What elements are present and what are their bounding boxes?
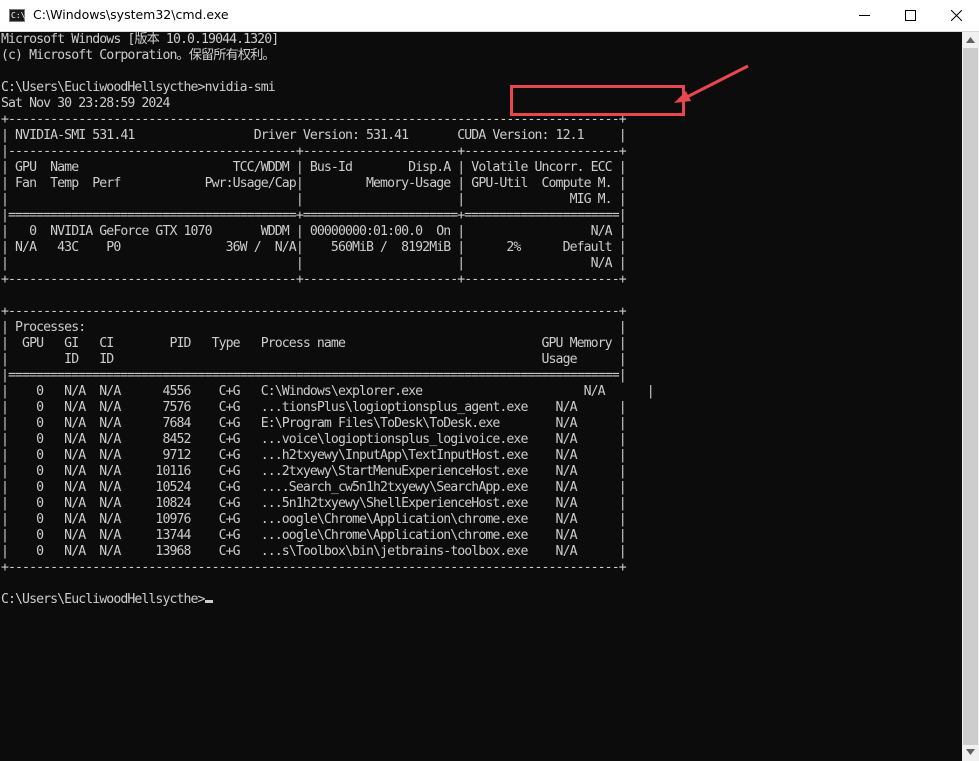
console-line: +---------------------------------------… xyxy=(1,272,627,287)
console-line: | 0 N/A N/A 8452 C+G ...voice\logioption… xyxy=(1,432,627,447)
console-line: Sat Nov 30 23:28:59 2024 xyxy=(1,96,170,111)
console-line: | 0 N/A N/A 7576 C+G ...tionsPlus\logiop… xyxy=(1,400,627,415)
cuda-version-highlight-box xyxy=(510,85,685,116)
close-icon xyxy=(950,10,962,21)
console-line: | 0 N/A N/A 4556 C+G C:\Windows\explorer… xyxy=(1,384,655,399)
console-line: | 0 N/A N/A 10824 C+G ...5n1h2txyewy\She… xyxy=(1,496,627,511)
console-line: |=======================================… xyxy=(1,208,627,223)
console-line: | GPU GI CI PID Type Process name GPU Me… xyxy=(1,336,627,351)
console-line: +---------------------------------------… xyxy=(1,304,627,319)
console-line: | | | N/A | xyxy=(1,256,627,271)
console-line: |=======================================… xyxy=(1,368,627,383)
minimize-icon xyxy=(858,15,870,16)
console-line: (c) Microsoft Corporation。保留所有权利。 xyxy=(1,48,276,63)
cmd-icon[interactable]: C:\ xyxy=(9,9,25,22)
console-line: |---------------------------------------… xyxy=(1,144,627,159)
console-line: | 0 N/A N/A 9712 C+G ...h2txyewy\InputAp… xyxy=(1,448,627,463)
scroll-up-arrow-icon[interactable] xyxy=(966,37,975,43)
console-line: | 0 N/A N/A 10116 C+G ...2txyewy\StartMe… xyxy=(1,464,627,479)
console-line: | | | MIG M. | xyxy=(1,192,627,207)
console-line: | 0 N/A N/A 13744 C+G ...oogle\Chrome\Ap… xyxy=(1,528,627,543)
console-line: | 0 N/A N/A 7684 C+G E:\Program Files\To… xyxy=(1,416,627,431)
console-line: | GPU Name TCC/WDDM | Bus-Id Disp.A | Vo… xyxy=(1,160,627,175)
console-line: | ID ID Usage | xyxy=(1,352,627,367)
window-title: C:\Windows\system32\cmd.exe xyxy=(33,7,229,22)
minimize-button[interactable] xyxy=(841,0,887,31)
console-line: C:\Users\EucliwoodHellsycthe>nvidia-smi xyxy=(1,80,276,95)
console-line: | NVIDIA-SMI 531.41 Driver Version: 531.… xyxy=(1,128,627,143)
text-cursor xyxy=(204,600,213,603)
console-output[interactable]: Microsoft Windows [版本 10.0.19044.1320] (c… xyxy=(0,32,962,761)
console-line: | 0 N/A N/A 10524 C+G ....Search_cw5n1h2… xyxy=(1,480,627,495)
console-line: | 0 N/A N/A 10976 C+G ...oogle\Chrome\Ap… xyxy=(1,512,627,527)
maximize-button[interactable] xyxy=(887,0,933,31)
console-line: | N/A 43C P0 36W / N/A| 560MiB / 8192MiB… xyxy=(1,240,627,255)
console-line: | 0 NVIDIA GeForce GTX 1070 WDDM | 00000… xyxy=(1,224,627,239)
console-line: | Processes: | xyxy=(1,320,627,335)
maximize-icon xyxy=(904,10,916,21)
console-line: Microsoft Windows [版本 10.0.19044.1320] xyxy=(1,32,279,47)
scroll-down-arrow-icon[interactable] xyxy=(966,749,975,755)
console-line: | Fan Temp Perf Pwr:Usage/Cap| Memory-Us… xyxy=(1,176,627,191)
console-line: C:\Users\EucliwoodHellsycthe> xyxy=(1,592,213,608)
scrollbar-thumb[interactable] xyxy=(963,48,978,745)
vertical-scrollbar[interactable] xyxy=(962,32,979,761)
console-line: | 0 N/A N/A 13968 C+G ...s\Toolbox\bin\j… xyxy=(1,544,627,559)
close-button[interactable] xyxy=(933,0,979,31)
title-bar[interactable]: C:\ C:\Windows\system32\cmd.exe xyxy=(0,0,979,32)
console-line: +---------------------------------------… xyxy=(1,560,627,575)
